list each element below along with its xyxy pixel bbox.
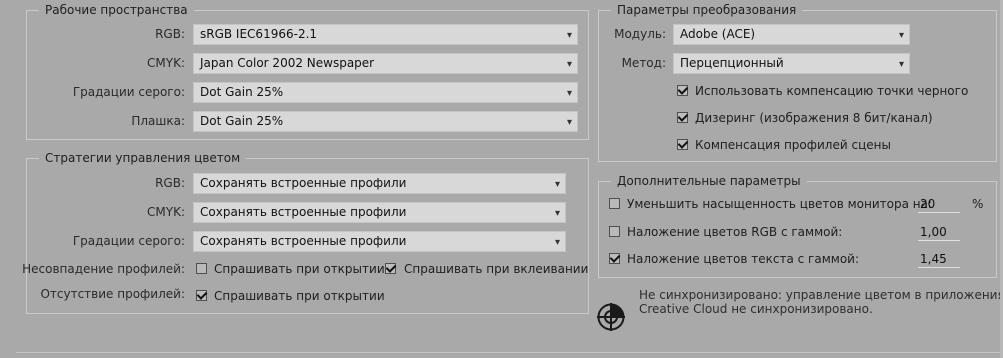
intent-select[interactable]: Перцепционный ▾: [673, 53, 910, 74]
missing-ask-open-checkbox[interactable]: [196, 290, 207, 301]
ws-gray-label: Градации серого:: [72, 85, 185, 99]
pol-rgb-value: Сохранять встроенные профили: [200, 176, 407, 190]
desaturate-checkbox[interactable]: [609, 198, 620, 209]
desaturate-unit: %: [972, 197, 984, 211]
sync-status-line2: Creative Cloud не синхронизировано.: [639, 302, 873, 316]
window-bottom-edge: [16, 352, 1000, 353]
pol-rgb-label: RGB:: [155, 176, 185, 190]
pol-gray-select[interactable]: Сохранять встроенные профили ▾: [193, 231, 566, 252]
conversion-title: Параметры преобразования: [611, 3, 803, 17]
blend-text-checkbox[interactable]: [609, 253, 620, 264]
black-point-label: Использовать компенсацию точки черного: [695, 84, 969, 98]
pol-cmyk-label: CMYK:: [147, 205, 185, 219]
ws-rgb-select[interactable]: sRGB IEC61966-2.1 ▾: [193, 24, 578, 45]
blend-rgb-checkbox[interactable]: [609, 226, 620, 237]
black-point-checkbox[interactable]: [677, 85, 688, 96]
ws-gray-select[interactable]: Dot Gain 25% ▾: [193, 82, 578, 103]
blend-text-label: Наложение цветов текста с гаммой:: [627, 252, 860, 266]
chevron-down-icon: ▾: [554, 179, 560, 190]
dither-label: Дизеринг (изображения 8 бит/канал): [695, 111, 933, 125]
mismatch-ask-paste-label: Спрашивать при вклеивании: [404, 262, 589, 276]
pol-gray-label: Градации серого:: [72, 234, 185, 248]
ws-spot-value: Dot Gain 25%: [200, 114, 284, 128]
advanced-title: Дополнительные параметры: [611, 174, 807, 188]
ws-gray-value: Dot Gain 25%: [200, 85, 284, 99]
engine-select[interactable]: Adobe (ACE) ▾: [673, 24, 910, 45]
missing-label: Отсутствие профилей:: [40, 287, 185, 301]
chevron-down-icon: ▾: [554, 237, 560, 248]
ws-rgb-label: RGB:: [155, 27, 185, 41]
mismatch-ask-paste-checkbox[interactable]: [385, 263, 396, 274]
pol-cmyk-value: Сохранять встроенные профили: [200, 205, 407, 219]
intent-value: Перцепционный: [680, 56, 784, 70]
ws-spot-select[interactable]: Dot Gain 25% ▾: [193, 111, 578, 132]
blend-text-input[interactable]: 1,45: [918, 250, 960, 268]
chevron-down-icon: ▾: [898, 30, 904, 41]
pol-rgb-select[interactable]: Сохранять встроенные профили ▾: [193, 173, 566, 194]
sync-status-icon: [596, 302, 626, 332]
engine-label: Модуль:: [614, 27, 666, 41]
ws-cmyk-label: CMYK:: [147, 56, 185, 70]
desaturate-input[interactable]: 20: [918, 195, 960, 213]
blend-rgb-input[interactable]: 1,00: [918, 223, 960, 241]
dither-checkbox[interactable]: [677, 112, 688, 123]
chevron-down-icon: ▾: [566, 117, 572, 128]
chevron-down-icon: ▾: [566, 30, 572, 41]
ws-cmyk-select[interactable]: Japan Color 2002 Newspaper ▾: [193, 53, 578, 74]
pol-gray-value: Сохранять встроенные профили: [200, 234, 407, 248]
missing-ask-open-label: Спрашивать при открытии: [214, 289, 385, 303]
engine-value: Adobe (ACE): [680, 27, 756, 41]
pol-cmyk-select[interactable]: Сохранять встроенные профили ▾: [193, 202, 566, 223]
mismatch-label: Несовпадение профилей:: [22, 262, 185, 276]
intent-label: Метод:: [621, 56, 666, 70]
blend-rgb-label: Наложение цветов RGB с гаммой:: [627, 225, 843, 239]
mismatch-ask-open-checkbox[interactable]: [196, 263, 207, 274]
chevron-down-icon: ▾: [898, 59, 904, 70]
working-spaces-title: Рабочие пространства: [39, 3, 194, 17]
chevron-down-icon: ▾: [554, 208, 560, 219]
ws-rgb-value: sRGB IEC61966-2.1: [200, 27, 318, 41]
policies-title: Стратегии управления цветом: [39, 151, 247, 165]
mismatch-ask-open-label: Спрашивать при открытии: [214, 262, 385, 276]
scene-checkbox[interactable]: [677, 139, 688, 150]
scene-label: Компенсация профилей сцены: [695, 138, 891, 152]
ws-spot-label: Плашка:: [131, 114, 185, 128]
ws-cmyk-value: Japan Color 2002 Newspaper: [200, 56, 375, 70]
desaturate-label: Уменьшить насыщенность цветов монитора н…: [627, 197, 933, 211]
chevron-down-icon: ▾: [566, 59, 572, 70]
chevron-down-icon: ▾: [566, 88, 572, 99]
